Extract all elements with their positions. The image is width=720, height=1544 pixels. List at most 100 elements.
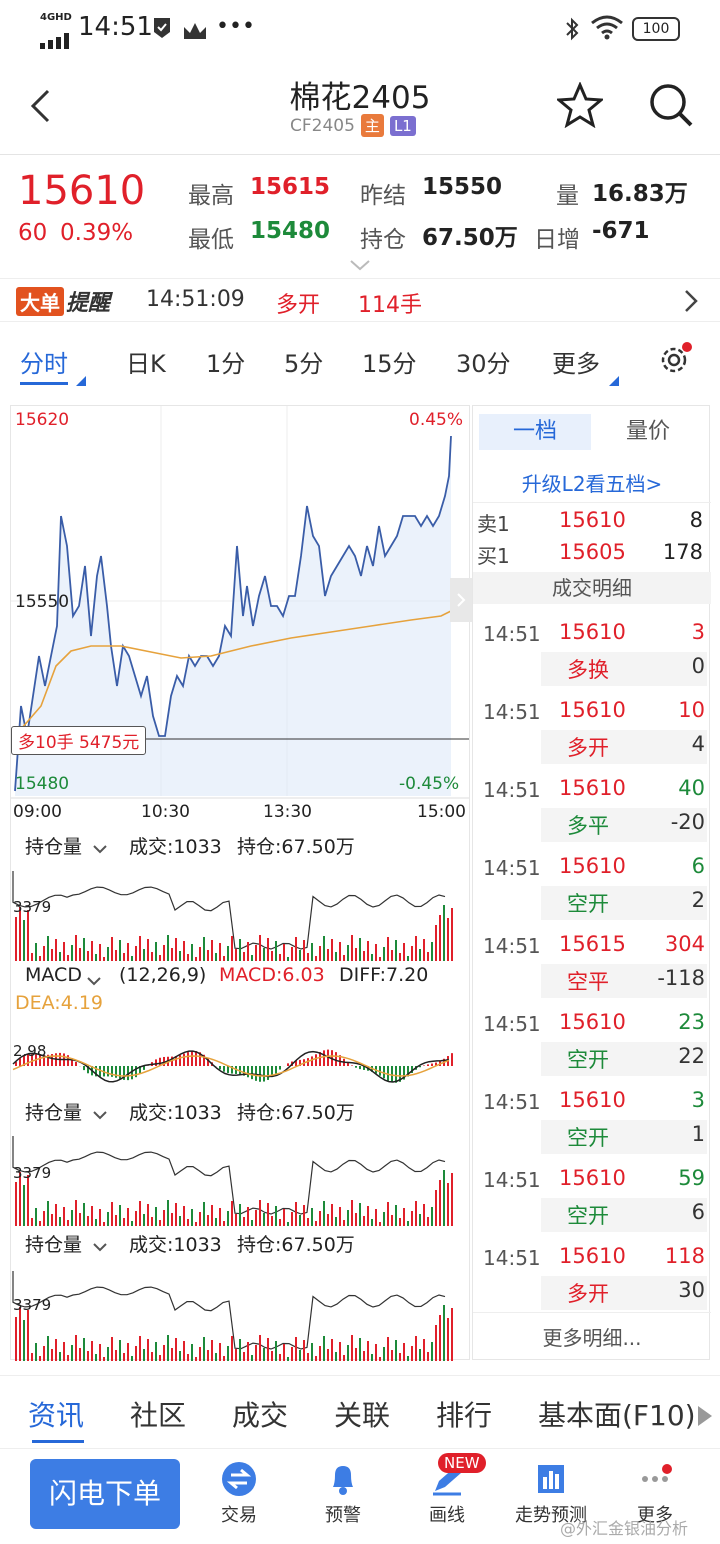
- sub3-volume: 成交:1033: [129, 1234, 222, 1256]
- more-dots-icon: [610, 1457, 700, 1501]
- trade-type-bg: [541, 1120, 707, 1154]
- search-icon[interactable]: [648, 82, 694, 132]
- tab-news[interactable]: 资讯: [28, 1394, 84, 1434]
- macd-header: MACD (12,26,9) MACD:6.03 DIFF:7.20 DEA:4…: [11, 962, 471, 1014]
- tab-volume-price[interactable]: 量价: [591, 414, 705, 450]
- chevron-down-icon[interactable]: [349, 256, 371, 275]
- volume-label: 量: [556, 183, 579, 209]
- alert-qty: 114手: [358, 293, 422, 318]
- chart-panel[interactable]: 15620 0.45% 15550 15480 -0.45% 多10手 5475…: [10, 405, 472, 1361]
- axis-high-price: 15620: [15, 410, 70, 430]
- tab-community[interactable]: 社区: [130, 1394, 186, 1434]
- tab-5min[interactable]: 5分: [284, 344, 323, 379]
- tab-fundamentals[interactable]: 基本面(F10): [538, 1394, 696, 1434]
- tab-15min[interactable]: 15分: [362, 344, 417, 379]
- trade-type: 空开: [567, 1126, 609, 1150]
- bid1-label: 买1: [477, 544, 510, 568]
- tab-ranking[interactable]: 排行: [436, 1394, 492, 1434]
- trade-price: 15610: [559, 698, 626, 722]
- trade-oi-change: 1: [691, 1122, 705, 1146]
- trade-qty: 118: [664, 1244, 705, 1268]
- trade-icon: [194, 1457, 284, 1501]
- sub3-open-interest: 持仓:67.50万: [237, 1234, 355, 1256]
- trade-row: 14:51 15610 3 多换 0: [473, 612, 711, 690]
- divider: [473, 502, 711, 503]
- axis-mid-price: 15550: [15, 592, 70, 612]
- tab-more[interactable]: 更多: [552, 344, 600, 379]
- trade-time: 14:51: [483, 1246, 541, 1270]
- battery-level: 100: [642, 21, 670, 37]
- more-details-link[interactable]: 更多明细...: [473, 1322, 711, 1351]
- draw-button[interactable]: 画线 NEW: [402, 1453, 492, 1527]
- page-title: 棉花2405: [289, 80, 431, 116]
- sub2-marker: 3379: [13, 1164, 52, 1182]
- period-tabs: 分时 日K 1分 5分 15分 30分 更多: [0, 330, 720, 390]
- trade-oi-change: -20: [670, 810, 705, 834]
- trade-time: 14:51: [483, 1168, 541, 1192]
- big-order-alert[interactable]: 大单 提醒 14:51:09 多开 114手: [0, 278, 720, 322]
- trade-type: 多开: [567, 1282, 609, 1306]
- chevron-down-icon: [93, 838, 107, 860]
- trade-qty: 3: [691, 620, 705, 644]
- trade-type: 空开: [567, 1048, 609, 1072]
- chevron-right-icon: [684, 289, 698, 317]
- tab-related[interactable]: 关联: [334, 1394, 390, 1434]
- alert-action: 多开: [276, 293, 321, 318]
- trade-type-bg: [541, 730, 707, 764]
- macd-params: (12,26,9): [119, 964, 207, 986]
- triangle-right-icon[interactable]: [698, 1400, 712, 1433]
- macd-marker: 2.98: [13, 1042, 47, 1060]
- trade-button[interactable]: 交易: [194, 1457, 284, 1527]
- trade-type-bg: [541, 886, 707, 920]
- tab-intraday[interactable]: 分时: [20, 344, 68, 379]
- trade-row: 14:51 15610 3 空开 1: [473, 1080, 711, 1158]
- trade-oi-change: 2: [691, 888, 705, 912]
- diff-value: DIFF:7.20: [339, 964, 429, 986]
- l1-badge: L1: [389, 115, 416, 136]
- expand-arrow-icon[interactable]: [450, 578, 472, 622]
- contract-code: CF2405: [290, 115, 355, 136]
- bell-icon: [298, 1457, 388, 1501]
- tab-trades[interactable]: 成交: [232, 1394, 288, 1434]
- trade-time: 14:51: [483, 700, 541, 724]
- star-icon[interactable]: [555, 81, 605, 132]
- high-label: 最高: [188, 183, 234, 209]
- trade-oi-change: -118: [657, 966, 705, 990]
- chart-canvas: [11, 406, 469, 1361]
- alert-tag-big: 大单: [16, 287, 64, 316]
- tab-1min[interactable]: 1分: [206, 344, 245, 379]
- macd-value: MACD:6.03: [219, 964, 325, 986]
- prev-settle-label: 昨结: [360, 183, 406, 209]
- upgrade-l2-link[interactable]: 升级L2看五档>: [473, 468, 711, 497]
- indicator-select-oi[interactable]: 持仓量: [25, 832, 82, 859]
- content-tabs: 资讯 社区 成交 关联 排行 基本面(F10): [0, 1375, 720, 1445]
- bottom-toolbar: 闪电下单 交易 预警 画线 NEW 走势预测 更多 @外汇金银油分析: [0, 1448, 720, 1544]
- low-value: 15480: [250, 218, 331, 244]
- trade-price: 15610: [559, 854, 626, 878]
- trade-time: 14:51: [483, 856, 541, 880]
- trade-oi-change: 22: [678, 1044, 705, 1068]
- open-interest-value: 67.50万: [422, 225, 518, 251]
- tab-level1[interactable]: 一档: [479, 414, 591, 450]
- indicator-select-macd[interactable]: MACD: [25, 964, 82, 986]
- alert-button[interactable]: 预警: [298, 1457, 388, 1527]
- trade-oi-change: 30: [678, 1278, 705, 1302]
- axis-high-pct: 0.45%: [409, 410, 464, 430]
- prev-settle-value: 15550: [422, 174, 503, 200]
- trade-price: 15610: [559, 1010, 626, 1034]
- trade-price: 15610: [559, 776, 626, 800]
- indicator-select-oi-2[interactable]: 持仓量: [25, 1098, 82, 1125]
- time-axis-1030: 10:30: [141, 802, 190, 822]
- crosshair-tooltip: 多10手 5475元: [11, 726, 147, 755]
- settings-gear-icon[interactable]: [658, 342, 692, 382]
- trade-row: 14:51 15610 118 多开 30: [473, 1236, 711, 1314]
- flash-order-button[interactable]: 闪电下单: [30, 1459, 180, 1529]
- indicator-select-oi-3[interactable]: 持仓量: [25, 1230, 82, 1257]
- time-axis-1500: 15:00: [417, 802, 466, 822]
- trade-type: 多开: [567, 736, 609, 760]
- order-book-panel: 一档 量价 升级L2看五档> 卖1 15610 8 买1 15605 178 成…: [472, 405, 711, 1360]
- tab-30min[interactable]: 30分: [456, 344, 511, 379]
- price-change-pct: 0.39%: [60, 220, 134, 246]
- trade-qty: 40: [678, 776, 705, 800]
- tab-daily-k[interactable]: 日K: [126, 344, 166, 379]
